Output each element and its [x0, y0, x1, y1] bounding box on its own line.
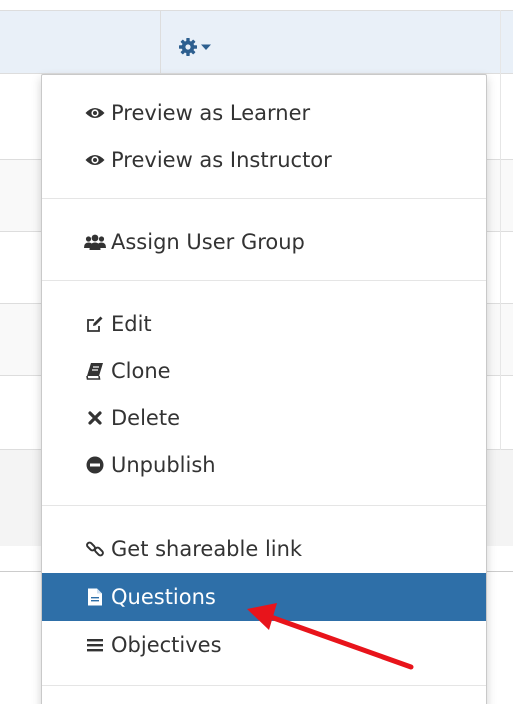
menu-item-label: Objectives	[111, 633, 222, 657]
book-icon	[84, 360, 106, 382]
menu-item-objectives[interactable]: Objectives	[42, 621, 486, 669]
menu-divider	[42, 280, 486, 281]
menu-divider	[42, 505, 486, 506]
menu-item-questions[interactable]: Questions	[42, 573, 486, 621]
gear-icon	[178, 37, 198, 57]
caret-down-icon	[201, 43, 211, 51]
menu-item-unpublish[interactable]: Unpublish	[42, 441, 486, 489]
menu-item-delete[interactable]: Delete	[42, 394, 486, 442]
menu-item-label: Questions	[111, 585, 216, 609]
menu-item-label: Delete	[111, 406, 180, 430]
close-icon	[84, 407, 106, 429]
eye-icon	[84, 102, 106, 124]
menu-item-edit[interactable]: Edit	[42, 300, 486, 348]
menu-item-label: Preview as Instructor	[111, 148, 332, 172]
column-divider	[500, 10, 501, 450]
menu-item-get-shareable-link[interactable]: Get shareable link	[42, 525, 486, 573]
table-header-row	[0, 10, 513, 74]
eye-icon	[84, 149, 106, 171]
menu-item-clone[interactable]: Clone	[42, 347, 486, 395]
column-divider	[160, 10, 161, 74]
users-icon	[84, 231, 106, 253]
file-icon	[84, 586, 106, 608]
link-icon	[84, 538, 106, 560]
menu-item-preview-learner[interactable]: Preview as Learner	[42, 89, 486, 137]
menu-divider	[42, 685, 486, 686]
list-icon	[84, 634, 106, 656]
menu-item-label: Unpublish	[111, 453, 216, 477]
menu-item-label: Clone	[111, 359, 171, 383]
actions-dropdown-toggle[interactable]	[178, 34, 211, 60]
menu-divider	[42, 198, 486, 199]
actions-dropdown-menu: Preview as Learner Preview as Instructor…	[41, 74, 487, 704]
menu-item-label: Get shareable link	[111, 537, 303, 561]
menu-item-label: Assign User Group	[111, 230, 305, 254]
menu-item-assign-user-group[interactable]: Assign User Group	[42, 218, 486, 266]
minus-circle-icon	[84, 454, 106, 476]
menu-item-label: Preview as Learner	[111, 101, 311, 125]
menu-item-preview-instructor[interactable]: Preview as Instructor	[42, 136, 486, 184]
menu-item-label: Edit	[111, 312, 152, 336]
edit-icon	[84, 313, 106, 335]
